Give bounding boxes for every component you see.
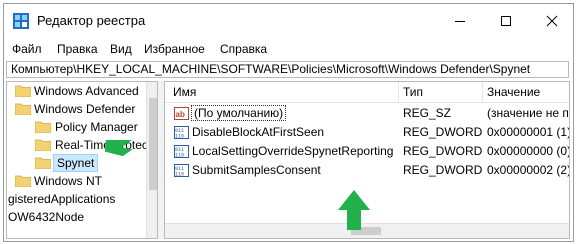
menu-help[interactable]: Справка xyxy=(220,42,267,56)
column-value[interactable]: Значение xyxy=(487,85,540,99)
registry-editor-window: Редактор реестра Файл Правка Вид Избранн… xyxy=(3,3,574,242)
value-name: SubmitSamplesConsent xyxy=(192,163,321,177)
minimize-icon xyxy=(455,20,465,22)
title-bar: Редактор реестра xyxy=(4,4,573,37)
close-button[interactable] xyxy=(529,4,573,37)
list-item[interactable]: 011 110 DisableBlockAtFirstSeen REG_DWOR… xyxy=(165,123,569,142)
svg-text:110: 110 xyxy=(175,153,184,159)
menu-file[interactable]: Файл xyxy=(12,42,42,56)
folder-icon xyxy=(15,85,31,97)
value-type: REG_DWORD xyxy=(403,125,483,139)
dword-value-icon: 011 110 xyxy=(174,164,189,177)
folder-icon xyxy=(35,157,51,169)
value-data: 0x00000000 (0) xyxy=(487,144,570,158)
menu-edit[interactable]: Правка xyxy=(57,42,98,56)
value-type: REG_DWORD xyxy=(403,163,483,177)
value-data: 0x00000001 (1) xyxy=(487,125,570,139)
tree-item-label: Windows Advanced xyxy=(34,84,139,98)
registry-editor-icon xyxy=(13,13,29,29)
menu-bar: Файл Правка Вид Избранное Справка xyxy=(4,39,573,59)
folder-icon xyxy=(35,139,51,151)
green-arrow-icon xyxy=(104,140,148,157)
list-item[interactable]: ab (По умолчанию) REG_SZ (значение не пр xyxy=(165,104,569,123)
address-bar[interactable]: Компьютер\HKEY_LOCAL_MACHINE\SOFTWARE\Po… xyxy=(6,61,569,78)
list-item[interactable]: 011 110 SubmitSamplesConsent REG_DWORD 0… xyxy=(165,161,569,180)
value-data: 0x00000002 (2) xyxy=(487,163,570,177)
close-icon xyxy=(546,15,558,26)
column-name[interactable]: Имя xyxy=(173,85,196,99)
menu-view[interactable]: Вид xyxy=(110,42,132,56)
dword-value-icon: 011 110 xyxy=(174,145,189,158)
svg-text:110: 110 xyxy=(175,134,184,140)
value-type: REG_SZ xyxy=(403,106,452,120)
minimize-button[interactable] xyxy=(437,4,483,37)
maximize-icon xyxy=(501,15,511,26)
value-name: (По умолчанию) xyxy=(190,105,287,121)
menu-favorites[interactable]: Избранное xyxy=(144,42,205,56)
tree-item-label: Policy Manager xyxy=(55,120,138,134)
list-header: Имя Тип Значение xyxy=(165,82,569,103)
list-item[interactable]: 011 110 LocalSettingOverrideSpynetReport… xyxy=(165,142,569,161)
svg-text:ab: ab xyxy=(176,110,185,119)
folder-icon xyxy=(35,121,51,133)
tree-item-label: Windows Defender xyxy=(34,102,136,116)
tree-item-label: Windows NT xyxy=(34,174,103,188)
window-title: Редактор реестра xyxy=(37,13,146,28)
folder-open-icon xyxy=(15,103,31,115)
tree-item-label: Spynet xyxy=(53,154,99,172)
column-type[interactable]: Тип xyxy=(403,85,423,99)
folder-icon xyxy=(15,175,31,187)
green-arrow-up-icon xyxy=(338,190,370,230)
tree-item-label: OW6432Node xyxy=(8,210,85,224)
dword-value-icon: 011 110 xyxy=(174,126,189,139)
column-divider[interactable] xyxy=(398,82,399,102)
value-name: LocalSettingOverrideSpynetReporting xyxy=(192,144,394,158)
maximize-button[interactable] xyxy=(483,4,529,37)
value-name: DisableBlockAtFirstSeen xyxy=(192,125,325,139)
column-divider[interactable] xyxy=(482,82,483,102)
value-type: REG_DWORD xyxy=(403,144,483,158)
svg-text:110: 110 xyxy=(175,172,184,178)
string-value-icon: ab xyxy=(174,107,189,120)
value-data: (значение не пр xyxy=(487,106,570,120)
